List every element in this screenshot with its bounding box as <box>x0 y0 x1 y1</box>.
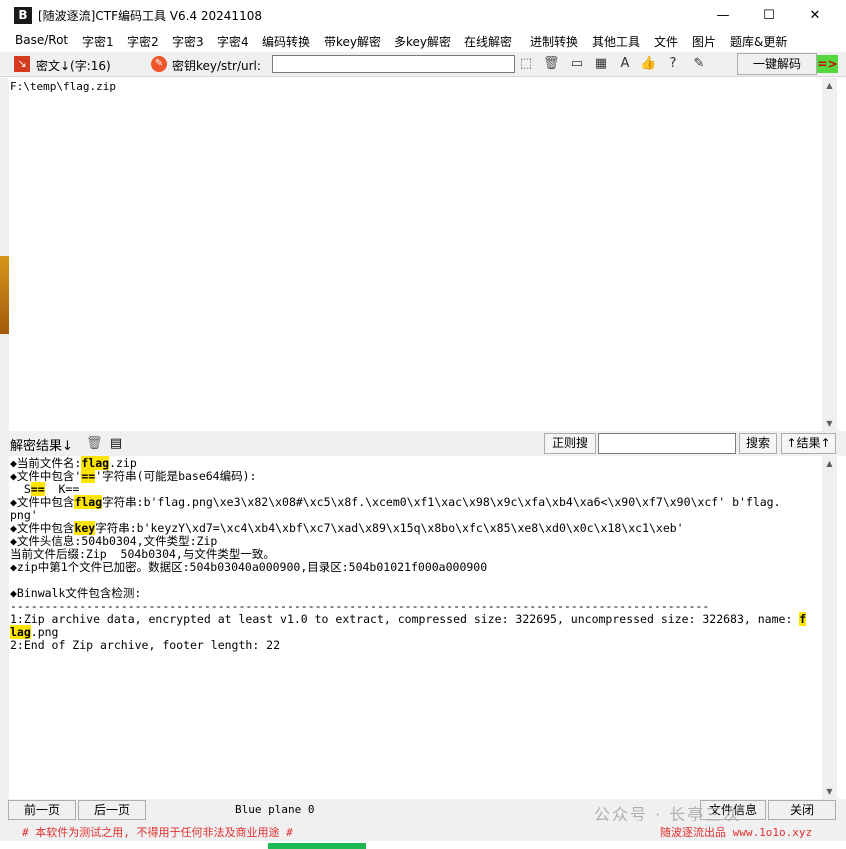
menu-bar: Base/Rot 字密1 字密2 字密3 字密4 编码转换 带key解密 多ke… <box>0 31 846 52</box>
highlight-match: == <box>81 469 96 483</box>
output-text: .zip <box>109 456 137 470</box>
copy-result-icon[interactable]: ▤ <box>108 436 124 452</box>
output-text: .png <box>30 625 59 639</box>
output-text: ◆当前文件名: <box>10 456 82 470</box>
calculator-icon[interactable]: ▦ <box>593 56 609 72</box>
result-bar: 解密结果↓ 🗑 ▤ 正则搜 搜索 ↑结果↑ <box>0 431 846 456</box>
output-text: 字符串:b'flag.png\xe3\x82\x08#\xc5\x8f.\xce… <box>102 495 781 509</box>
output-text: ◆文件头信息:504b0304,文件类型:Zip <box>10 534 218 548</box>
cipher-label: 密文↓(字:16) <box>36 59 111 73</box>
close-button[interactable]: 关闭 <box>768 800 836 820</box>
result-label: 解密结果↓ <box>10 439 73 454</box>
output-scrollbar[interactable]: ▲ ▼ <box>822 456 837 799</box>
edit-icon[interactable]: ✎ <box>691 56 707 72</box>
menu-other-tools[interactable]: 其他工具 <box>592 33 640 50</box>
output-line: ◆文件中包含flag字符串:b'flag.png\xe3\x82\x08#\xc… <box>10 495 821 509</box>
output-text: ----------------------------------------… <box>10 599 710 613</box>
regex-search-button[interactable]: 正则搜 <box>544 433 596 454</box>
thumbs-up-icon[interactable]: 👍 <box>640 56 656 72</box>
output-line: 2:End of Zip archive, footer length: 22 <box>10 639 821 652</box>
menu-image[interactable]: 图片 <box>692 33 716 50</box>
scroll-up-icon[interactable]: ▲ <box>822 78 837 93</box>
cipher-input-area[interactable]: F:\temp\flag.zip <box>9 78 822 431</box>
search-input[interactable] <box>598 433 736 454</box>
output-line: ◆zip中第1个文件已加密。数据区:504b03040a000900,目录区:5… <box>10 561 821 574</box>
menu-file[interactable]: 文件 <box>654 33 678 50</box>
disclaimer-text: # 本软件为测试之用, 不得用于任何非法及商业用途 # <box>22 826 293 839</box>
scroll-down-icon[interactable]: ▼ <box>822 416 837 431</box>
key-input[interactable] <box>272 55 515 73</box>
select-cursor-icon[interactable]: ⬚ <box>518 56 534 72</box>
one-click-decode-button[interactable]: 一键解码 <box>737 53 817 75</box>
output-text: '字符串(可能是base64编码): <box>95 469 257 483</box>
output-text: S <box>10 482 31 496</box>
key-icon[interactable]: ✎ <box>151 56 167 72</box>
search-button[interactable]: 搜索 <box>739 433 777 454</box>
paste-icon[interactable]: ↘ <box>14 56 30 72</box>
maximize-button[interactable]: ☐ <box>746 0 792 31</box>
footer: # 本软件为测试之用, 不得用于任何非法及商业用途 # 随波逐流出品 www.1… <box>0 821 846 841</box>
output-text: 字符串:b'keyzY\xd7=\xc4\xb4\xbf\xc7\xad\x89… <box>95 521 684 535</box>
brand-text: 随波逐流出品 www.1o1o.xyz <box>660 826 813 839</box>
highlight-match: flag <box>81 456 110 470</box>
key-label: 密钥key/str/url: <box>172 59 261 73</box>
app-logo-icon: B <box>14 7 32 24</box>
menu-encoding[interactable]: 编码转换 <box>262 33 310 50</box>
menu-online-decrypt[interactable]: 在线解密 <box>464 33 512 50</box>
highlight-match: == <box>30 482 45 496</box>
menu-base-rot[interactable]: Base/Rot <box>15 33 68 47</box>
background-window-strip <box>0 78 9 849</box>
output-text: 2:End of Zip archive, footer length: 22 <box>10 638 281 652</box>
menu-base-convert[interactable]: 进制转换 <box>530 33 578 50</box>
output-text: ◆zip中第1个文件已加密。数据区:504b03040a000900,目录区:5… <box>10 560 488 574</box>
toolbar: ↘ 密文↓(字:16) ✎ 密钥key/str/url: ⬚ 🗑 ▭ ▦ A 👍… <box>0 52 846 77</box>
output-text: png' <box>10 508 38 522</box>
output-text: ◆文件中包含 <box>10 521 75 535</box>
next-page-button[interactable]: 后一页 <box>78 800 146 820</box>
prev-page-button[interactable]: 前一页 <box>8 800 76 820</box>
highlight-match: lag <box>10 625 31 639</box>
menu-question-bank[interactable]: 题库&更新 <box>730 33 787 50</box>
highlight-match: key <box>74 521 96 535</box>
output-text: 当前文件后缀:Zip 504b0304,与文件类型一致。 <box>10 547 275 561</box>
scroll-up-icon[interactable]: ▲ <box>822 456 837 471</box>
help-icon[interactable]: ? <box>665 56 681 72</box>
menu-key-decrypt[interactable]: 带key解密 <box>324 33 381 50</box>
run-arrow-button[interactable]: => <box>817 55 838 73</box>
output-text: ◆文件中包含' <box>10 469 82 483</box>
menu-multikey-decrypt[interactable]: 多key解密 <box>394 33 451 50</box>
close-window-button[interactable]: ✕ <box>792 0 838 31</box>
taskbar-item <box>268 843 366 849</box>
terminal-icon[interactable]: ▭ <box>569 56 585 72</box>
menu-cipher-4[interactable]: 字密4 <box>217 33 249 50</box>
minimize-button[interactable]: — <box>700 0 746 31</box>
output-line: ◆文件中包含'=='字符串(可能是base64编码): <box>10 469 821 483</box>
highlight-match: flag <box>74 495 103 509</box>
window-title: [随波逐流]CTF编码工具 V6.4 20241108 <box>38 9 262 23</box>
output-text: 1:Zip archive data, encrypted at least v… <box>10 612 800 626</box>
title-bar: B [随波逐流]CTF编码工具 V6.4 20241108 — ☐ ✕ <box>0 0 846 31</box>
menu-cipher-2[interactable]: 字密2 <box>127 33 159 50</box>
font-icon[interactable]: A <box>617 56 633 72</box>
scroll-down-icon[interactable]: ▼ <box>822 784 837 799</box>
output-text: ◆文件中包含 <box>10 495 75 509</box>
taskbar-strip <box>0 841 846 849</box>
output-line: 1:Zip archive data, encrypted at least v… <box>10 612 821 626</box>
output-text: K== <box>44 482 80 496</box>
result-up-button[interactable]: ↑结果↑ <box>781 433 836 454</box>
highlight-match: f <box>799 612 807 626</box>
plane-label: Blue plane 0 <box>235 803 315 816</box>
output-text: ◆Binwalk文件包含检测: <box>10 586 142 600</box>
trash-icon[interactable]: 🗑 <box>543 56 560 72</box>
input-scrollbar[interactable]: ▲ ▼ <box>822 78 837 431</box>
menu-cipher-3[interactable]: 字密3 <box>172 33 204 50</box>
menu-cipher-1[interactable]: 字密1 <box>82 33 114 50</box>
trash-result-icon[interactable]: 🗑 <box>86 436 103 452</box>
background-thumbnail <box>0 256 9 334</box>
result-output-area[interactable]: ◆当前文件名:flag.zip ◆文件中包含'=='字符串(可能是base64编码… <box>9 456 822 799</box>
